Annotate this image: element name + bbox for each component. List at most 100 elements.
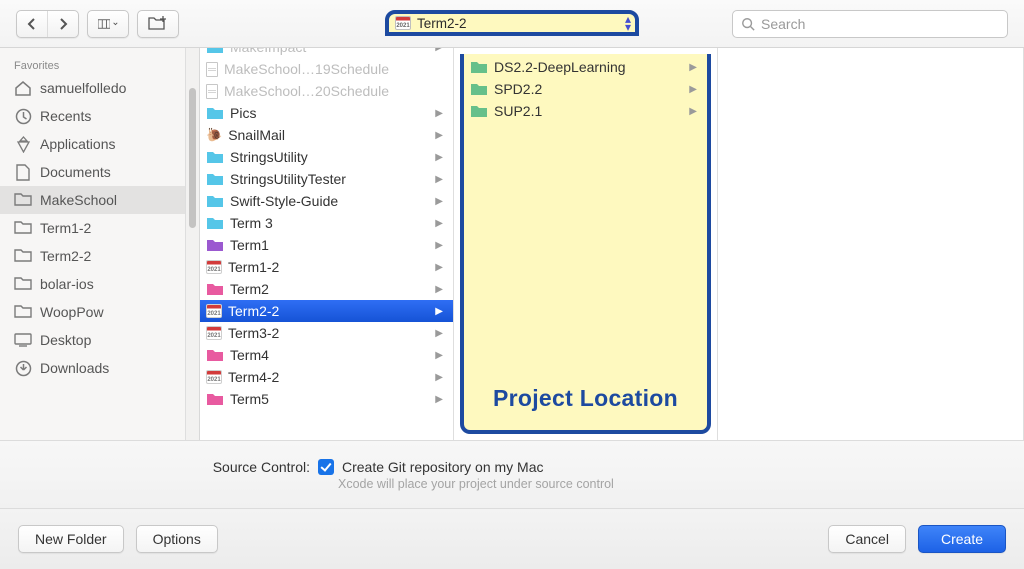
folder-icon bbox=[206, 107, 224, 120]
columns-view-button[interactable] bbox=[88, 11, 128, 37]
file-label: Term4 bbox=[230, 347, 269, 363]
options-button[interactable]: Options bbox=[136, 525, 218, 553]
sidebar-item-downloads[interactable]: Downloads bbox=[0, 354, 185, 382]
file-row[interactable]: 2021 Term1-2 ▶ bbox=[200, 256, 453, 278]
file-label: Term2 bbox=[230, 281, 269, 297]
source-control-bar: Source Control: Create Git repository on… bbox=[0, 440, 1024, 508]
file-row[interactable]: 🐌SnailMail▶ bbox=[200, 124, 453, 146]
git-checkbox[interactable] bbox=[318, 459, 334, 475]
search-field-wrap[interactable] bbox=[732, 10, 1008, 38]
annotation-label: Project Location bbox=[464, 385, 707, 412]
chevron-left-icon bbox=[27, 18, 37, 30]
folder-icon bbox=[206, 239, 224, 252]
file-label: Term4-2 bbox=[228, 369, 279, 385]
file-row[interactable]: 2021Term3-2▶ bbox=[200, 322, 453, 344]
scrollbar[interactable] bbox=[186, 48, 200, 440]
updown-icon: ▴▾ bbox=[625, 15, 629, 31]
file-label: Term2-2 bbox=[228, 303, 279, 319]
chevron-right-icon: ▶ bbox=[435, 152, 443, 163]
column-2: DS2.2-DeepLearning▶SPD2.2▶SUP2.1▶ Projec… bbox=[454, 48, 718, 440]
sidebar-item-label: Term2-2 bbox=[40, 248, 91, 264]
sidebar-item-applications[interactable]: Applications bbox=[0, 130, 185, 158]
calendar-icon: 2021 bbox=[206, 260, 222, 274]
calendar-icon: 2021 bbox=[206, 370, 222, 384]
sidebar-item-term2-2[interactable]: Term2-2 bbox=[0, 242, 185, 270]
chevron-right-icon: ▶ bbox=[435, 372, 443, 383]
sidebar-item-label: WoopPow bbox=[40, 304, 104, 320]
chevron-right-icon: ▶ bbox=[435, 174, 443, 185]
file-row[interactable]: SUP2.1▶ bbox=[464, 100, 707, 122]
file-row[interactable]: SPD2.2▶ bbox=[464, 78, 707, 100]
sidebar-item-wooppow[interactable]: WoopPow bbox=[0, 298, 185, 326]
scroll-thumb[interactable] bbox=[189, 88, 196, 228]
apps-icon bbox=[14, 136, 32, 153]
sidebar-item-bolar-ios[interactable]: bolar-ios bbox=[0, 270, 185, 298]
file-row[interactable]: MakeImpact▶ bbox=[200, 48, 453, 58]
file-label: Term1 bbox=[230, 237, 269, 253]
folder-plus-icon bbox=[148, 16, 168, 31]
file-row[interactable]: StringsUtility▶ bbox=[200, 146, 453, 168]
sidebar-item-term1-2[interactable]: Term1-2 bbox=[0, 214, 185, 242]
browser-main: Favorites samuelfolledoRecentsApplicatio… bbox=[0, 48, 1024, 440]
file-row[interactable]: MakeSchool…20Schedule bbox=[200, 80, 453, 102]
chevron-right-icon: ▶ bbox=[435, 284, 443, 295]
search-input[interactable] bbox=[761, 16, 999, 32]
file-row[interactable]: 2021 Term4-2 ▶ bbox=[200, 366, 453, 388]
document-icon bbox=[206, 84, 218, 99]
sidebar-item-desktop[interactable]: Desktop bbox=[0, 326, 185, 354]
sidebar-item-recents[interactable]: Recents bbox=[0, 102, 185, 130]
file-label: SnailMail bbox=[228, 127, 285, 143]
folder-icon bbox=[470, 61, 488, 74]
file-label: Term1-2 bbox=[228, 259, 279, 275]
calendar-icon: 2021 bbox=[206, 304, 222, 318]
file-row[interactable]: Pics ▶ bbox=[200, 102, 453, 124]
chevron-right-icon: ▶ bbox=[435, 328, 443, 339]
file-row[interactable]: Swift-Style-Guide▶ bbox=[200, 190, 453, 212]
create-button[interactable]: Create bbox=[918, 525, 1006, 553]
highlight-box: DS2.2-DeepLearning▶SPD2.2▶SUP2.1▶ Projec… bbox=[460, 54, 711, 434]
snail-icon: 🐌 bbox=[206, 127, 222, 143]
sidebar-item-documents[interactable]: Documents bbox=[0, 158, 185, 186]
path-label: Term2-2 bbox=[417, 16, 467, 31]
home-icon bbox=[14, 80, 32, 96]
group-button[interactable] bbox=[138, 11, 178, 37]
new-folder-button[interactable]: New Folder bbox=[18, 525, 124, 553]
folder-icon bbox=[14, 305, 32, 319]
file-row[interactable]: Term 3▶ bbox=[200, 212, 453, 234]
desktop-icon bbox=[14, 333, 32, 347]
folder-icon bbox=[470, 83, 488, 96]
chevron-right-icon bbox=[58, 18, 68, 30]
folder-icon bbox=[206, 349, 224, 362]
sidebar-item-label: Desktop bbox=[40, 332, 91, 348]
file-label: Pics bbox=[230, 105, 256, 121]
nav-back-forward bbox=[16, 10, 79, 38]
sidebar-item-label: Downloads bbox=[40, 360, 109, 376]
chevron-right-icon: ▶ bbox=[435, 262, 443, 273]
file-row[interactable]: Term5▶ bbox=[200, 388, 453, 410]
git-checkbox-label: Create Git repository on my Mac bbox=[342, 459, 544, 475]
file-row[interactable]: Term2 ▶ bbox=[200, 278, 453, 300]
sidebar-item-makeschool[interactable]: MakeSchool bbox=[0, 186, 185, 214]
folder-icon bbox=[470, 105, 488, 118]
file-row[interactable]: StringsUtilityTester▶ bbox=[200, 168, 453, 190]
chevron-right-icon: ▶ bbox=[435, 196, 443, 207]
calendar-icon: 2021 bbox=[206, 326, 222, 340]
file-row[interactable]: DS2.2-DeepLearning▶ bbox=[464, 56, 707, 78]
forward-button[interactable] bbox=[47, 11, 78, 37]
file-row[interactable]: Term1 ▶ bbox=[200, 234, 453, 256]
file-row[interactable]: MakeSchool…19Schedule bbox=[200, 58, 453, 80]
path-popup[interactable]: 2021 Term2-2 ▴▾ bbox=[385, 10, 639, 36]
folder-icon bbox=[206, 195, 224, 208]
chevron-right-icon: ▶ bbox=[435, 108, 443, 119]
file-row[interactable]: Term4▶ bbox=[200, 344, 453, 366]
file-row[interactable]: 2021Term2-2▶ bbox=[200, 300, 453, 322]
sidebar-item-label: samuelfolledo bbox=[40, 80, 126, 96]
chevron-right-icon: ▶ bbox=[435, 240, 443, 251]
back-button[interactable] bbox=[17, 11, 47, 37]
download-icon bbox=[14, 360, 32, 377]
columns-icon bbox=[98, 17, 110, 31]
cancel-button[interactable]: Cancel bbox=[828, 525, 906, 553]
sidebar-item-label: Term1-2 bbox=[40, 220, 91, 236]
folder-icon bbox=[206, 283, 224, 296]
sidebar-item-samuelfolledo[interactable]: samuelfolledo bbox=[0, 74, 185, 102]
